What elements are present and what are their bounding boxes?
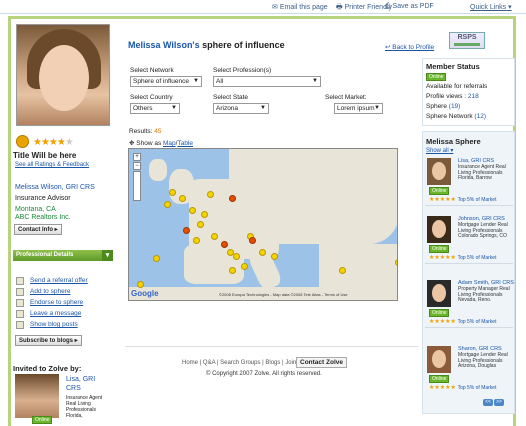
endorse-icon bbox=[16, 298, 24, 307]
sphere-network-count[interactable]: Sphere Network (12) bbox=[426, 113, 486, 120]
sphere-card[interactable]: Johnson, GRI CRS Mortgage Lender Real Li… bbox=[425, 214, 513, 264]
add-icon bbox=[16, 287, 24, 296]
page-title: Melissa Wilson's sphere of influence bbox=[128, 40, 285, 50]
member-avatar bbox=[427, 346, 451, 373]
prev-page-button[interactable]: << bbox=[483, 399, 493, 406]
referral-icon bbox=[16, 276, 24, 285]
save-pdf-link[interactable]: ⎙ Save as PDF bbox=[385, 3, 434, 11]
subscribe-blogs-button[interactable]: Subscribe to blogs ▸ bbox=[15, 335, 82, 346]
profile-views: Profile views : 218 bbox=[426, 93, 479, 100]
message-icon bbox=[16, 309, 24, 318]
member-avatar bbox=[427, 216, 451, 243]
divider bbox=[125, 346, 418, 347]
chevron-down-icon[interactable]: ▾ bbox=[102, 250, 113, 261]
leave-message-action[interactable]: Leave a message bbox=[16, 308, 88, 319]
professional-details-bar[interactable]: Professional Details ▾ bbox=[13, 250, 113, 261]
sphere-count[interactable]: Sphere (19) bbox=[426, 103, 460, 110]
blog-icon bbox=[16, 320, 24, 329]
show-all-link[interactable]: Show all ▾ bbox=[426, 147, 453, 154]
back-to-profile-link[interactable]: ↩ Back to Profile bbox=[385, 43, 434, 51]
show-blog-action[interactable]: Show blog posts bbox=[16, 319, 88, 330]
map-copyright: ©2008 Europa Technologies - Map data ©20… bbox=[219, 292, 348, 297]
send-referral-action[interactable]: Send a referral offer bbox=[16, 275, 88, 286]
state-select[interactable]: Arizona ▼ bbox=[213, 103, 269, 114]
contact-zolve-button[interactable]: Contact Zolve bbox=[296, 357, 347, 368]
results-count: Results: 45 bbox=[129, 128, 162, 135]
sphere-card[interactable]: Lisa, GRI CRS Insurance Agent Real Livin… bbox=[425, 156, 513, 206]
award-badge-icon bbox=[16, 135, 29, 148]
sphere-title: Melissa Sphere bbox=[426, 137, 481, 146]
inviter-online-badge: Online bbox=[32, 416, 53, 424]
member-status-title: Member Status bbox=[426, 62, 480, 71]
sphere-card[interactable]: Sharon, GRI CRS Mortgage Lender Real Liv… bbox=[425, 344, 513, 394]
inviter-details: Insurance Agent Real Living Professional… bbox=[66, 395, 103, 419]
profile-title: Title Will be here bbox=[13, 151, 77, 160]
map-zoom-control[interactable]: + − bbox=[133, 153, 141, 209]
country-label: Select Country bbox=[130, 94, 173, 101]
endorse-action[interactable]: Endorse to sphere bbox=[16, 297, 88, 308]
sphere-pager: << >> bbox=[482, 398, 504, 406]
contact-info-button[interactable]: Contact Info ▸ bbox=[14, 224, 62, 235]
member-avatar bbox=[427, 280, 451, 307]
invited-by-heading: Invited to Zolve by: bbox=[13, 364, 82, 373]
rsps-logo: RSPS bbox=[449, 32, 485, 49]
user-company: ABC Realtors Inc. bbox=[15, 214, 71, 221]
google-logo: Google bbox=[131, 289, 159, 298]
user-role: Insurance Advisor bbox=[15, 195, 71, 202]
member-rating: ★★★★★ Top 5% of Market bbox=[429, 319, 497, 325]
map-view-link[interactable]: Map bbox=[163, 140, 176, 147]
network-select[interactable]: Sphere of influence ▼ bbox=[130, 76, 202, 87]
quick-links-menu[interactable]: Quick Links ▾ bbox=[470, 3, 512, 11]
rating-stars: ★★★★★ bbox=[33, 137, 74, 148]
sphere-card[interactable]: Adam Smith, GRI CRS Property Manager Rea… bbox=[425, 278, 514, 328]
user-name[interactable]: Melissa Wilson, GRI CRS bbox=[15, 184, 95, 191]
member-rating: ★★★★★ Top 5% of Market bbox=[429, 385, 497, 391]
table-view-link[interactable]: Table bbox=[177, 140, 193, 147]
printer-friendly-link[interactable]: 🖶 Printer Friendly bbox=[336, 3, 392, 14]
view-toggle: ✥ Show as Map/Table bbox=[129, 140, 194, 147]
copyright: © Copyright 2007 Zolve. All rights reser… bbox=[206, 371, 322, 377]
available-referrals: Available for referrals bbox=[426, 83, 488, 90]
profession-select[interactable]: All ▼ bbox=[213, 76, 321, 87]
member-rating: ★★★★★ Top 5% of Market bbox=[429, 197, 497, 203]
footer-links[interactable]: Home | Q&A | Search Groups | Blogs | Joi… bbox=[182, 360, 300, 366]
inviter-name[interactable]: Lisa, GRI CRS bbox=[66, 375, 106, 393]
online-badge: Online bbox=[426, 73, 447, 81]
inviter-photo bbox=[15, 374, 59, 418]
add-to-sphere-action[interactable]: Add to sphere bbox=[16, 286, 88, 297]
email-page-link[interactable]: ✉ Email this page bbox=[272, 3, 328, 11]
see-all-ratings-link[interactable]: See all Ratings & Feedback bbox=[15, 162, 89, 168]
state-label: Select State bbox=[213, 94, 249, 101]
next-page-button[interactable]: >> bbox=[494, 399, 504, 406]
results-map[interactable]: + − Google ©2008 Europa Technologies - Ma… bbox=[128, 148, 398, 301]
member-avatar bbox=[427, 158, 451, 185]
user-location: Montana, CA bbox=[15, 206, 56, 213]
profile-photo bbox=[16, 24, 110, 126]
action-list: Send a referral offer Add to sphere Endo… bbox=[16, 275, 88, 330]
market-label: Select Market: bbox=[325, 94, 367, 101]
country-select[interactable]: Others ▼ bbox=[130, 103, 180, 114]
member-rating: ★★★★★ Top 5% of Market bbox=[429, 255, 497, 261]
top-toolbar: ✉ Email this page 🖶 Printer Friendly ⎙ S… bbox=[0, 0, 526, 14]
market-select[interactable]: Lorem ipsum ▼ bbox=[334, 103, 383, 114]
profession-label: Select Profession(s) bbox=[213, 67, 272, 74]
network-label: Select Network bbox=[130, 67, 174, 74]
